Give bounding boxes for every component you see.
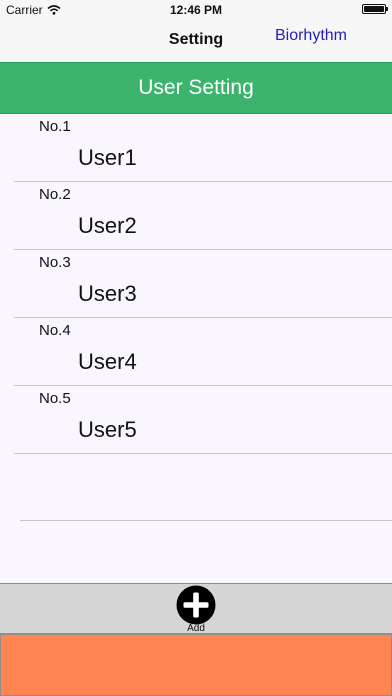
user-list: No.1 User1 No.2 User2 No.3 User3 No.4 Us… bbox=[0, 114, 392, 454]
user-number: No.5 bbox=[39, 390, 71, 407]
add-user-button[interactable]: Add bbox=[176, 584, 216, 634]
user-number: No.4 bbox=[39, 322, 71, 339]
status-bar: Carrier 12:46 PM bbox=[0, 0, 392, 20]
user-setting-header: User Setting bbox=[0, 62, 392, 114]
navigation-bar: Setting Biorhythm bbox=[0, 20, 392, 62]
user-number: No.1 bbox=[39, 118, 71, 135]
user-name: User4 bbox=[78, 349, 137, 374]
user-name: User3 bbox=[78, 281, 137, 306]
user-row-4[interactable]: No.4 User4 bbox=[0, 318, 392, 386]
user-row-5[interactable]: No.5 User5 bbox=[0, 386, 392, 454]
user-row-2[interactable]: No.2 User2 bbox=[0, 182, 392, 250]
battery-fill bbox=[364, 6, 384, 12]
bottom-toolbar: Add bbox=[0, 583, 392, 634]
user-name: User2 bbox=[78, 213, 137, 238]
add-label: Add bbox=[187, 623, 205, 634]
biorhythm-button[interactable]: Biorhythm bbox=[275, 27, 347, 45]
row-separator bbox=[14, 453, 392, 454]
user-row-1[interactable]: No.1 User1 bbox=[0, 114, 392, 182]
user-name: User1 bbox=[78, 145, 137, 170]
user-name: User5 bbox=[78, 417, 137, 442]
plus-circle-icon bbox=[176, 585, 216, 625]
user-number: No.2 bbox=[39, 186, 71, 203]
user-number: No.3 bbox=[39, 254, 71, 271]
user-row-3[interactable]: No.3 User3 bbox=[0, 250, 392, 318]
status-time: 12:46 PM bbox=[169, 3, 223, 17]
empty-row-separator bbox=[20, 520, 392, 521]
bottom-panel bbox=[0, 634, 392, 696]
battery-icon bbox=[362, 4, 388, 14]
